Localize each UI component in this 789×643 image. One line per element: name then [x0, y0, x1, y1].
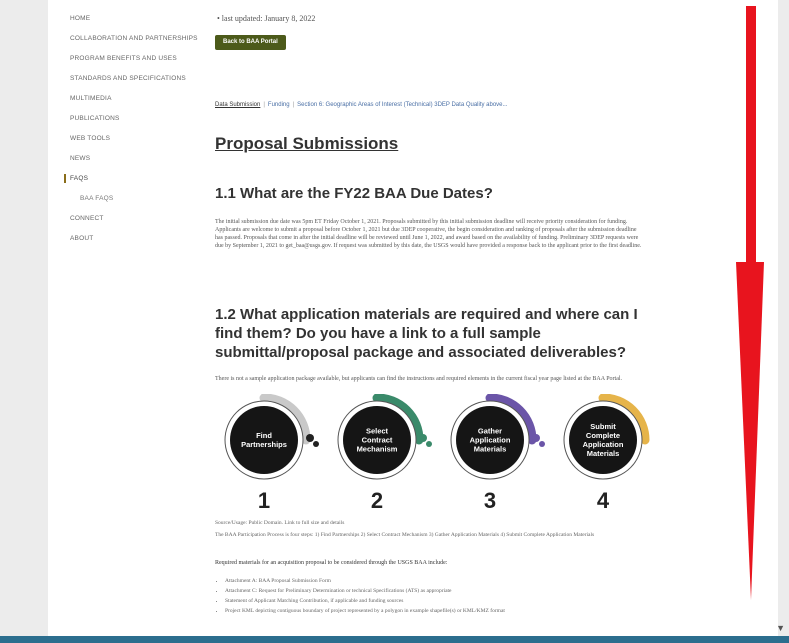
breadcrumb-link-funding[interactable]: Funding — [268, 102, 290, 108]
step-4-circle-graphic: Submit Complete Application Materials — [563, 393, 650, 480]
sidebar-item-news[interactable]: NEWS — [70, 154, 200, 163]
step-connector-icon — [532, 434, 545, 447]
step-number: 4 — [596, 488, 610, 513]
step-label-line: Contract — [362, 436, 393, 445]
red-down-arrow-annotation-icon — [736, 6, 764, 600]
section-heading-application-materials: 1.2 What application materials are requi… — [215, 306, 638, 361]
required-materials-intro: Required materials for an acquisition pr… — [215, 560, 448, 566]
process-step-2: Select Contract Mechanism 2 — [331, 393, 441, 519]
sidebar-item-about[interactable]: ABOUT — [70, 234, 200, 243]
sidebar-item-standards[interactable]: STANDARDS AND SPECIFICATIONS — [70, 74, 200, 83]
sidebar-item-connect[interactable]: CONNECT — [70, 214, 200, 223]
step-connector-icon — [306, 434, 319, 447]
breadcrumb-link-section-6[interactable]: Section 6: Geographic Areas of Interest … — [297, 102, 507, 108]
step-number: 1 — [257, 488, 271, 513]
step-label-line: Mechanism — [357, 445, 398, 454]
step-2-circle-graphic: Select Contract Mechanism — [337, 393, 432, 480]
process-step-3: Gather Application Materials 3 — [444, 393, 554, 519]
list-item: Statement of Applicant Matching Contribu… — [225, 596, 655, 606]
section-text-application-materials: There is not a sample application packag… — [215, 376, 623, 382]
sidebar-item-collaboration[interactable]: COLLABORATION AND PARTNERSHIPS — [70, 34, 200, 43]
section-text-due-dates: The initial submission due date was 5pm … — [215, 219, 642, 249]
baa-process-graphic: Find Partnerships 1 Select Contract Mechani… — [218, 393, 658, 519]
process-step-4: Submit Complete Application Materials 4 — [557, 393, 667, 519]
sidebar-item-publications[interactable]: PUBLICATIONS — [70, 114, 200, 123]
step-3-circle-graphic: Gather Application Materials — [450, 393, 545, 480]
list-item: Attachment A: BAA Proposal Submission Fo… — [225, 576, 655, 586]
scroll-down-icon[interactable]: ▼ — [776, 623, 785, 633]
step-label-line: Select — [366, 427, 389, 436]
step-connector-icon — [419, 434, 432, 447]
step-label-line: Complete — [586, 431, 620, 440]
sidebar-item-baa-faqs[interactable]: BAA FAQs — [70, 194, 200, 203]
sidebar-item-home[interactable]: HOME — [70, 14, 200, 23]
breadcrumb: Data Submission | Funding | Section 6: Geogr… — [215, 102, 508, 108]
process-step-1: Find Partnerships 1 — [218, 393, 328, 519]
step-label-line: Materials — [587, 449, 620, 458]
breadcrumb-link-data-submission[interactable]: Data Submission — [215, 102, 260, 108]
step-number: 3 — [483, 488, 497, 513]
sidebar-nav: HOME COLLABORATION AND PARTNERSHIPS PROG… — [64, 14, 200, 254]
back-to-baa-portal-button[interactable]: Back to BAA Portal — [215, 35, 286, 50]
web-page: HOME COLLABORATION AND PARTNERSHIPS PROG… — [48, 0, 778, 636]
step-label-line: Application — [470, 436, 511, 445]
step-label-line: Materials — [474, 445, 507, 454]
step-label-line: Partnerships — [241, 440, 287, 449]
step-label-line: Submit — [590, 422, 616, 431]
image-source-caption: Source/Usage: Public Domain. Link to ful… — [215, 520, 345, 526]
step-label-line: Find — [256, 431, 272, 440]
sidebar-item-multimedia[interactable]: MULTIMEDIA — [70, 94, 200, 103]
step-label-line: Application — [583, 440, 624, 449]
step-label-line: Gather — [478, 427, 502, 436]
page-title: Proposal Submissions — [215, 134, 399, 153]
image-description-caption: The BAA Participation Process is four st… — [215, 532, 595, 538]
required-materials-list: Attachment A: BAA Proposal Submission Fo… — [215, 576, 655, 616]
section-heading-due-dates: 1.1 What are the FY22 BAA Due Dates? — [215, 185, 493, 202]
step-1-circle-graphic: Find Partnerships — [224, 393, 319, 480]
window-bottom-bar — [0, 636, 789, 643]
sidebar-item-faqs[interactable]: FAQs — [64, 174, 200, 183]
sidebar-item-web-tools[interactable]: WEB TOOLS — [70, 134, 200, 143]
sidebar-item-program-benefits[interactable]: PROGRAM BENEFITS AND USES — [70, 54, 200, 63]
step-number: 2 — [370, 488, 384, 513]
last-updated: • last updated: January 8, 2022 — [217, 14, 316, 23]
list-item: Project KML depicting contiguous boundar… — [225, 606, 655, 616]
list-item: Attachment C: Request for Preliminary De… — [225, 586, 655, 596]
